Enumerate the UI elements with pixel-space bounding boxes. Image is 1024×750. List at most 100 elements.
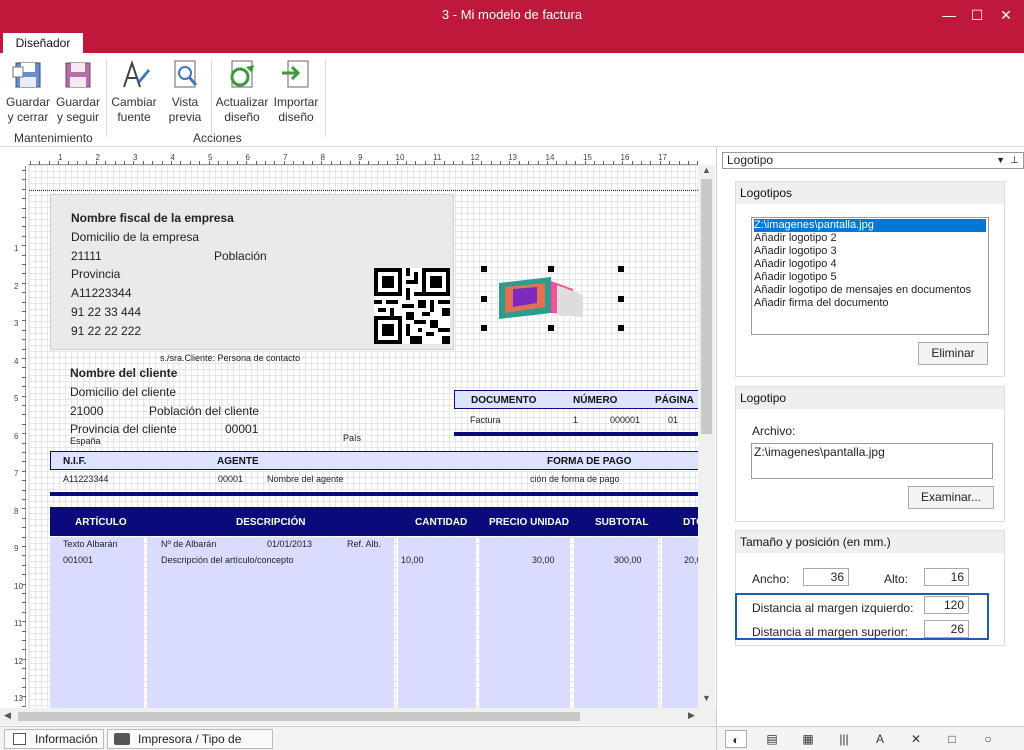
panel-tabs: ◐ ▤ ▦ ||| A ✕ □ ○: [716, 726, 1024, 750]
ruler-tick: [22, 254, 26, 256]
scroll-left-icon[interactable]: ◀: [4, 710, 11, 721]
ruler-tick: [22, 611, 26, 613]
logo-image[interactable]: [487, 275, 591, 325]
ribbon-separator: [325, 59, 326, 137]
ruler-tick: [22, 320, 26, 322]
list-item[interactable]: Añadir logotipo 5: [754, 271, 986, 284]
resize-handle[interactable]: [618, 296, 624, 302]
resize-handle[interactable]: [548, 266, 554, 272]
scroll-up-icon[interactable]: ▲: [701, 165, 712, 177]
scroll-thumb[interactable]: [18, 712, 580, 721]
lines-header-description: DESCRIPCIÓN: [236, 517, 306, 528]
pin-icon[interactable]: ⊥: [1010, 153, 1019, 168]
minimize-button[interactable]: —: [938, 5, 960, 25]
image-tab-icon[interactable]: ◐: [725, 730, 747, 748]
ruler-tick: [22, 188, 26, 190]
ruler-tick: [22, 442, 26, 444]
scroll-thumb[interactable]: [701, 179, 712, 434]
text-tab-icon[interactable]: A: [869, 730, 891, 748]
client-country-label: País: [343, 433, 362, 443]
height-label: Alto:: [884, 572, 909, 586]
change-font-button[interactable]: Cambiar fuente: [110, 59, 158, 125]
logos-list[interactable]: Z:\imagenes\pantalla.jpg Añadir logotipo…: [751, 217, 989, 335]
chevron-down-icon[interactable]: ▼: [996, 153, 1005, 168]
qr-code: [374, 268, 450, 344]
ruler-tick: [22, 348, 26, 350]
doc-number: 000001: [610, 415, 641, 425]
list-item[interactable]: Z:\imagenes\pantalla.jpg: [754, 219, 986, 232]
maximize-button[interactable]: ☐: [966, 5, 988, 25]
list-item[interactable]: Añadir logotipo 2: [754, 232, 986, 245]
table-tab-icon[interactable]: ▦: [797, 730, 819, 748]
vertical-scrollbar[interactable]: ▲ ▼: [698, 165, 715, 710]
row-description: Descripción del artículo/concepto: [161, 555, 294, 565]
ruler-tick: [22, 264, 26, 265]
update-design-button[interactable]: Actualizar diseño: [214, 59, 270, 125]
delete-button[interactable]: Eliminar: [918, 342, 988, 365]
printer-paper-button[interactable]: Impresora / Tipo de papel: [107, 729, 273, 749]
horizontal-ruler: 1 2 3 4 5 6 7 8 9 10 11 12 13 14 15 16 17: [28, 153, 699, 165]
list-item[interactable]: Añadir logotipo de mensajes en documento…: [754, 284, 986, 297]
row-price: 30,00: [532, 555, 555, 565]
resize-handle[interactable]: [481, 296, 487, 302]
resize-handle[interactable]: [618, 325, 624, 331]
save-icon: [62, 59, 94, 91]
save-close-button[interactable]: Guardar y cerrar: [4, 59, 52, 125]
nif-header-nif: N.I.F.: [63, 456, 87, 467]
properties-panel: Logotipo ▼ ⊥ Logotipos Z:\imagenes\panta…: [716, 147, 1024, 726]
ruler-tick: [22, 405, 26, 406]
company-vat: A11223344: [71, 286, 132, 300]
margin-guide: [29, 190, 698, 191]
ellipse-tab-icon[interactable]: ○: [977, 730, 999, 748]
ruler-tick: [22, 292, 26, 294]
horizontal-scrollbar[interactable]: ◀ ▶: [0, 708, 716, 725]
row-date: 01/01/2013: [267, 539, 313, 549]
ruler-tick: [22, 677, 26, 679]
list-item[interactable]: Añadir logotipo 4: [754, 258, 986, 271]
preview-button[interactable]: Vista previa: [162, 59, 208, 125]
design-canvas[interactable]: Nombre fiscal de la empresa Domicilio de…: [28, 165, 698, 708]
import-design-button[interactable]: Importar diseño: [270, 59, 322, 125]
row-albaran-number: Nº de Albarán: [161, 539, 217, 549]
height-input[interactable]: 16: [924, 568, 969, 586]
scroll-down-icon[interactable]: ▼: [701, 693, 712, 705]
list-item[interactable]: Añadir firma del documento: [754, 297, 986, 310]
ruler-tick: [22, 564, 26, 566]
top-margin-label: Distancia al margen superior:: [752, 625, 909, 639]
preview-icon: [169, 59, 201, 91]
ruler-tick: [22, 658, 26, 660]
company-block[interactable]: Nombre fiscal de la empresa Domicilio de…: [50, 194, 454, 350]
resize-handle[interactable]: [481, 325, 487, 331]
ruler-tick: [22, 696, 26, 698]
ruler-tick: [22, 640, 26, 641]
agent-name: Nombre del agente: [267, 474, 344, 484]
rectangle-tab-icon[interactable]: □: [941, 730, 963, 748]
ruler-tick: [22, 687, 26, 688]
tab-designer[interactable]: Diseñador: [3, 33, 83, 53]
resize-handle[interactable]: [618, 266, 624, 272]
info-button[interactable]: Información: [4, 729, 104, 749]
width-input[interactable]: 36: [803, 568, 849, 586]
property-selector[interactable]: Logotipo ▼ ⊥: [722, 152, 1024, 169]
update-design-icon: [226, 59, 258, 91]
logos-group: Logotipos Z:\imagenes\pantalla.jpg Añadi…: [735, 181, 1005, 377]
import-design-icon: [280, 59, 312, 91]
info-icon: [13, 733, 26, 745]
column-unit-price: [480, 538, 570, 708]
close-button[interactable]: ✕: [995, 5, 1017, 25]
browse-button[interactable]: Examinar...: [908, 486, 994, 509]
left-margin-input[interactable]: 120: [924, 596, 969, 614]
list-item[interactable]: Añadir logotipo 3: [754, 245, 986, 258]
file-path-field[interactable]: Z:\imagenes\pantalla.jpg: [751, 443, 993, 479]
save-continue-button[interactable]: Guardar y seguir: [54, 59, 102, 125]
document-tab-icon[interactable]: ▤: [761, 730, 783, 748]
line-tab-icon[interactable]: ✕: [905, 730, 927, 748]
ruler-v-label: 5: [14, 394, 19, 403]
ruler-tick: [22, 452, 26, 453]
ruler-tick: [22, 414, 26, 416]
top-margin-input[interactable]: 26: [924, 620, 969, 638]
barcode-tab-icon[interactable]: |||: [833, 730, 855, 748]
resize-handle[interactable]: [481, 266, 487, 272]
scroll-right-icon[interactable]: ▶: [688, 710, 695, 721]
resize-handle[interactable]: [548, 325, 554, 331]
